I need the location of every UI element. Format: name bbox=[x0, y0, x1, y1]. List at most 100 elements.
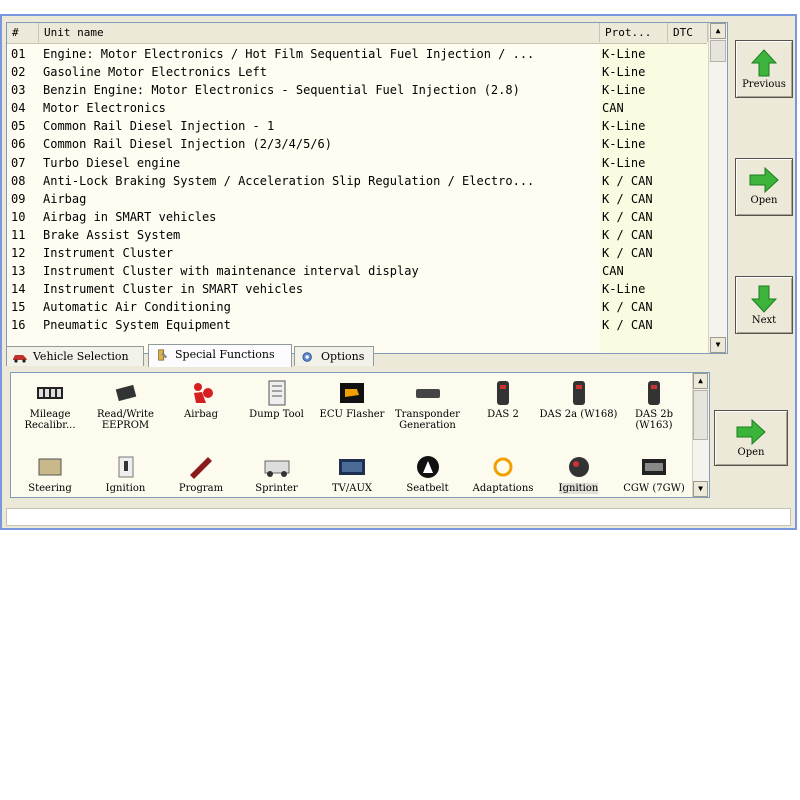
open-function-button[interactable]: Open bbox=[714, 410, 788, 466]
row-unit-name: Automatic Air Conditioning bbox=[43, 300, 231, 315]
row-protocol: K-Line bbox=[602, 137, 646, 152]
table-row[interactable]: 14 Instrument Cluster in SMART vehicles K-… bbox=[7, 280, 707, 298]
function-item[interactable]: Read/Write EEPROM bbox=[87, 379, 165, 431]
scroll-down-button[interactable]: ▼ bbox=[710, 337, 726, 353]
function-label: Transponder Generation bbox=[395, 409, 460, 431]
function-label: Ignition bbox=[105, 483, 146, 494]
function-item[interactable]: Steering bbox=[11, 453, 89, 494]
function-item[interactable]: Seatbelt bbox=[389, 453, 467, 494]
dump-icon bbox=[262, 379, 292, 407]
row-protocol: K / CAN bbox=[602, 318, 653, 333]
row-protocol: K / CAN bbox=[602, 300, 653, 315]
table-row[interactable]: 15 Automatic Air Conditioning K / CAN bbox=[7, 298, 707, 316]
row-number: 09 bbox=[11, 191, 26, 206]
function-item[interactable]: Ignition bbox=[87, 453, 165, 494]
function-label: ECU Flasher bbox=[319, 409, 385, 420]
functions-scrollbar[interactable]: ▲ ▼ bbox=[692, 373, 709, 497]
tab-vehicle-selection[interactable]: Vehicle Selection bbox=[6, 346, 144, 366]
function-item[interactable]: DAS 2a (W168) bbox=[540, 379, 618, 420]
row-protocol: K / CAN bbox=[602, 209, 653, 224]
function-item[interactable]: Program bbox=[162, 453, 240, 494]
function-label: DAS 2b (W163) bbox=[634, 409, 674, 431]
function-item[interactable]: CGW (7GW) bbox=[615, 453, 693, 494]
table-row[interactable]: 08 Anti-Lock Braking System / Acceleratio… bbox=[7, 172, 707, 190]
table-row[interactable]: 07 Turbo Diesel engine K-Line bbox=[7, 154, 707, 172]
function-item[interactable]: Dump Tool bbox=[238, 379, 316, 420]
arrow-right-icon bbox=[749, 167, 779, 193]
row-protocol: K-Line bbox=[602, 83, 646, 98]
row-number: 16 bbox=[11, 318, 26, 333]
seatbelt-icon bbox=[413, 453, 443, 481]
tab-options[interactable]: Options bbox=[294, 346, 374, 366]
wrench-icon bbox=[158, 349, 168, 361]
table-row[interactable]: 03 Benzin Engine: Motor Electronics - Seq… bbox=[7, 81, 707, 99]
table-row[interactable]: 05 Common Rail Diesel Injection - 1 K-Line bbox=[7, 117, 707, 135]
unit-list[interactable]: # Unit name Prot... DTC 01 Engine: Motor … bbox=[6, 22, 728, 354]
function-item[interactable]: Mileage Recalibr... bbox=[11, 379, 89, 431]
table-row[interactable]: 09 Airbag K / CAN bbox=[7, 190, 707, 208]
function-item[interactable]: DAS 2 bbox=[464, 379, 542, 420]
functions-scroll-down[interactable]: ▼ bbox=[693, 481, 708, 497]
row-number: 11 bbox=[11, 227, 26, 242]
previous-button[interactable]: Previous bbox=[735, 40, 793, 98]
list-header: # Unit name Prot... DTC bbox=[7, 23, 708, 44]
row-number: 04 bbox=[11, 101, 26, 116]
next-button[interactable]: Next bbox=[735, 276, 793, 334]
arrow-up-icon bbox=[751, 49, 777, 77]
function-item[interactable]: TV/AUX bbox=[313, 453, 391, 494]
function-item[interactable]: ECU Flasher bbox=[313, 379, 391, 420]
engine-light-icon bbox=[337, 379, 367, 407]
function-label: DAS 2 bbox=[487, 409, 519, 420]
header-dtc[interactable]: DTC bbox=[668, 23, 708, 42]
function-label: TV/AUX bbox=[331, 483, 373, 494]
scroll-up-button[interactable]: ▲ bbox=[710, 23, 726, 39]
row-unit-name: Airbag in SMART vehicles bbox=[43, 209, 217, 224]
steering-icon bbox=[35, 453, 65, 481]
function-label: Airbag bbox=[184, 409, 218, 420]
row-unit-name: Instrument Cluster bbox=[43, 246, 174, 261]
header-protocol[interactable]: Prot... bbox=[600, 23, 668, 42]
table-row[interactable]: 11 Brake Assist System K / CAN bbox=[7, 226, 707, 244]
table-row[interactable]: 06 Common Rail Diesel Injection (2/3/4/5/… bbox=[7, 135, 707, 153]
function-item[interactable]: Transponder Generation bbox=[389, 379, 467, 431]
header-num[interactable]: # bbox=[7, 23, 39, 42]
row-unit-name: Brake Assist System bbox=[43, 227, 181, 242]
scroll-thumb[interactable] bbox=[710, 40, 726, 62]
header-unit-name[interactable]: Unit name bbox=[39, 23, 600, 42]
tab-special-functions[interactable]: Special Functions bbox=[148, 344, 292, 367]
row-number: 05 bbox=[11, 119, 26, 134]
van-icon bbox=[262, 453, 292, 481]
function-label: Dump Tool bbox=[249, 409, 304, 420]
table-row[interactable]: 10 Airbag in SMART vehicles K / CAN bbox=[7, 208, 707, 226]
row-unit-name: Gasoline Motor Electronics Left bbox=[43, 65, 267, 80]
row-unit-name: Common Rail Diesel Injection (2/3/4/5/6) bbox=[43, 137, 332, 152]
function-item[interactable]: Adaptations bbox=[464, 453, 542, 494]
row-unit-name: Motor Electronics bbox=[43, 101, 166, 116]
functions-scroll-up[interactable]: ▲ bbox=[693, 373, 708, 389]
table-row[interactable]: 02 Gasoline Motor Electronics Left K-Line bbox=[7, 63, 707, 81]
ignition-switch-icon bbox=[564, 453, 594, 481]
table-row[interactable]: 16 Pneumatic System Equipment K / CAN bbox=[7, 316, 707, 334]
list-scrollbar[interactable]: ▲ ▼ bbox=[708, 23, 727, 353]
function-label: Steering bbox=[28, 483, 72, 494]
open-unit-button[interactable]: Open bbox=[735, 158, 793, 216]
table-row[interactable]: 13 Instrument Cluster with maintenance in… bbox=[7, 262, 707, 280]
functions-scroll-thumb[interactable] bbox=[693, 390, 708, 440]
function-item[interactable]: Sprinter bbox=[238, 453, 316, 494]
arrow-right-icon bbox=[736, 419, 766, 445]
table-row[interactable]: 04 Motor Electronics CAN bbox=[7, 99, 707, 117]
row-protocol: K / CAN bbox=[602, 191, 653, 206]
row-number: 12 bbox=[11, 246, 26, 261]
row-protocol: K-Line bbox=[602, 155, 646, 170]
odometer-icon bbox=[35, 379, 65, 407]
function-item[interactable]: DAS 2b (W163) bbox=[615, 379, 693, 431]
row-protocol: K / CAN bbox=[602, 246, 653, 261]
table-row[interactable]: 12 Instrument Cluster K / CAN bbox=[7, 244, 707, 262]
row-number: 01 bbox=[11, 47, 26, 61]
function-item[interactable]: Airbag bbox=[162, 379, 240, 420]
function-item[interactable]: Ignition bbox=[540, 453, 618, 494]
row-unit-name: Benzin Engine: Motor Electronics - Seque… bbox=[43, 83, 520, 98]
table-row[interactable]: 01 Engine: Motor Electronics / Hot Film S… bbox=[7, 45, 707, 63]
row-unit-name: Airbag bbox=[43, 191, 87, 206]
row-protocol: K-Line bbox=[602, 47, 646, 61]
